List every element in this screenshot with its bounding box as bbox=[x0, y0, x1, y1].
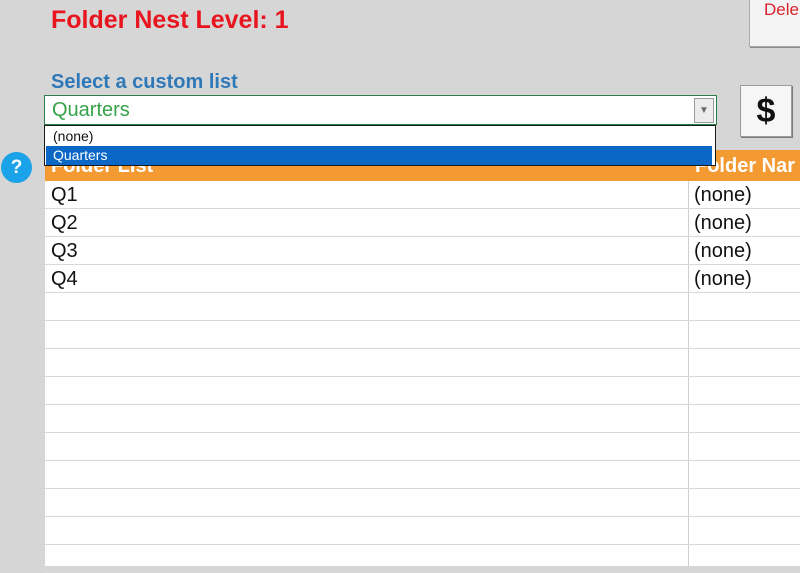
empty-table-row[interactable] bbox=[45, 405, 800, 433]
custom-list-dropdown: (none) Quarters bbox=[44, 125, 716, 166]
custom-list-selected-value: Quarters bbox=[52, 99, 130, 121]
dropdown-option-quarters[interactable]: Quarters bbox=[46, 146, 712, 165]
folder-list-cell[interactable]: Q1 bbox=[51, 184, 78, 207]
folder-name-cell[interactable]: (none) bbox=[694, 184, 752, 207]
chevron-down-icon[interactable]: ▼ bbox=[694, 98, 714, 123]
table-row[interactable]: Q4 (none) bbox=[45, 265, 800, 293]
folder-list-cell[interactable]: Q4 bbox=[51, 268, 78, 291]
folder-nest-level-title: Folder Nest Level: 1 bbox=[51, 6, 289, 34]
empty-table-row[interactable] bbox=[45, 321, 800, 349]
empty-table-row[interactable] bbox=[45, 489, 800, 517]
delete-button[interactable]: Dele bbox=[749, 0, 800, 47]
dollar-button[interactable]: $ bbox=[740, 85, 792, 137]
empty-table-row[interactable] bbox=[45, 517, 800, 545]
folder-name-cell[interactable]: (none) bbox=[694, 212, 752, 235]
table-row[interactable]: Q2 (none) bbox=[45, 209, 800, 237]
empty-table-row[interactable] bbox=[45, 293, 800, 321]
help-icon[interactable]: ? bbox=[1, 152, 32, 183]
custom-list-combobox[interactable]: Quarters bbox=[44, 95, 717, 125]
folder-list-cell[interactable]: Q3 bbox=[51, 240, 78, 263]
empty-table-row[interactable] bbox=[45, 377, 800, 405]
dollar-button-label: $ bbox=[756, 92, 776, 130]
folder-name-cell[interactable]: (none) bbox=[694, 240, 752, 263]
custom-list-label: Select a custom list bbox=[51, 71, 238, 93]
dropdown-option-none[interactable]: (none) bbox=[46, 127, 712, 146]
delete-button-label: Dele bbox=[764, 0, 799, 19]
empty-table-row[interactable] bbox=[45, 545, 800, 573]
empty-table-row[interactable] bbox=[45, 349, 800, 377]
folder-list-cell[interactable]: Q2 bbox=[51, 212, 78, 235]
empty-table-row[interactable] bbox=[45, 433, 800, 461]
folder-name-cell[interactable]: (none) bbox=[694, 268, 752, 291]
folder-list-table: Folder List Folder Nar Q1 (none) Q2 (non… bbox=[45, 150, 800, 573]
empty-table-row[interactable] bbox=[45, 461, 800, 489]
table-row[interactable]: Q1 (none) bbox=[45, 181, 800, 209]
table-row[interactable]: Q3 (none) bbox=[45, 237, 800, 265]
